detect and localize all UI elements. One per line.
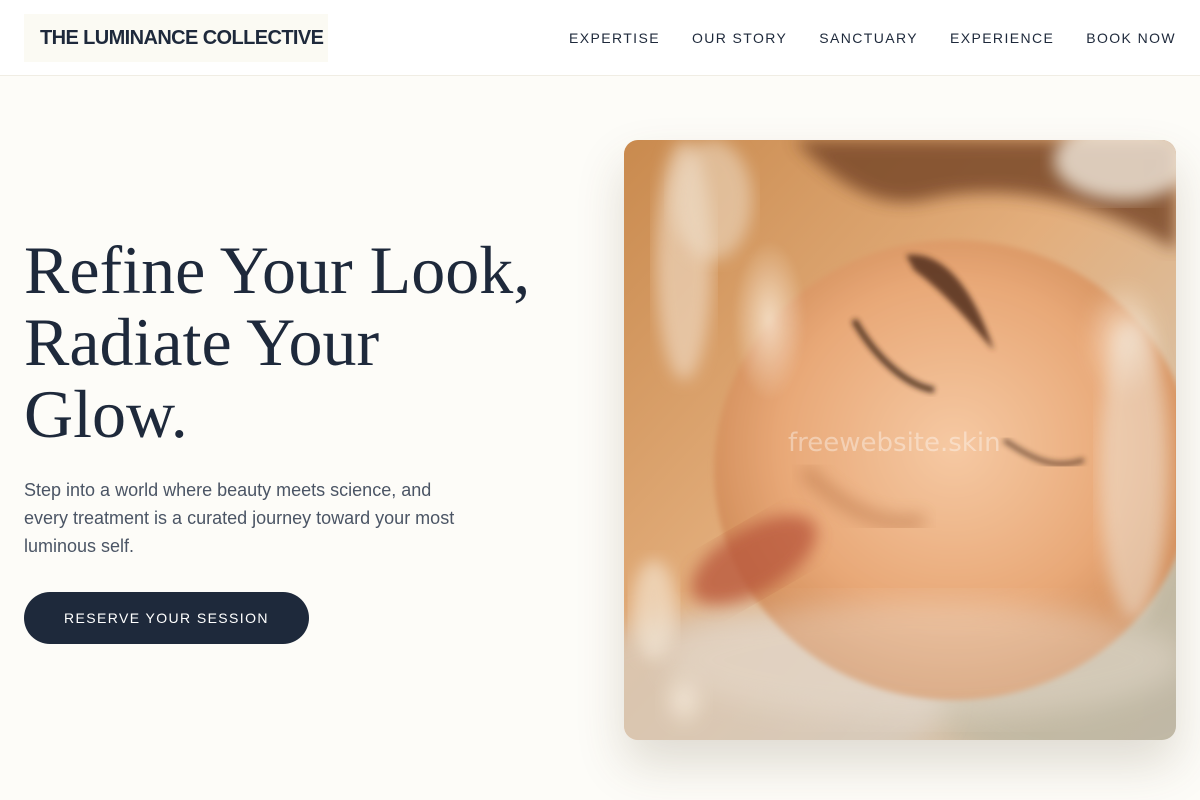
site-header: THE LUMINANCE COLLECTIVE EXPERTISE OUR S…: [0, 0, 1200, 76]
brand-logo[interactable]: THE LUMINANCE COLLECTIVE: [24, 14, 328, 62]
nav-link-expertise[interactable]: EXPERTISE: [569, 30, 660, 46]
nav-link-experience[interactable]: EXPERIENCE: [950, 30, 1054, 46]
watermark-text: freewebsite.skin: [788, 428, 1001, 458]
nav-link-book-now[interactable]: BOOK NOW: [1086, 30, 1176, 46]
nav-link-sanctuary[interactable]: SANCTUARY: [819, 30, 918, 46]
hero-title-line: Refine Your Look,: [24, 232, 531, 308]
hero-subtitle: Step into a world where beauty meets sci…: [24, 480, 455, 556]
hero-title: Refine Your Look, Radiate Your Glow.: [24, 234, 604, 450]
hero-title-line: Radiate Your: [24, 304, 380, 380]
hero-title-line: Glow.: [24, 376, 188, 452]
nav-link-our-story[interactable]: OUR STORY: [692, 30, 787, 46]
reserve-session-button[interactable]: RESERVE YOUR SESSION: [24, 592, 309, 644]
hero-portrait-image: freewebsite.skin: [624, 140, 1176, 740]
main-nav: EXPERTISE OUR STORY SANCTUARY EXPERIENCE…: [569, 0, 1176, 76]
